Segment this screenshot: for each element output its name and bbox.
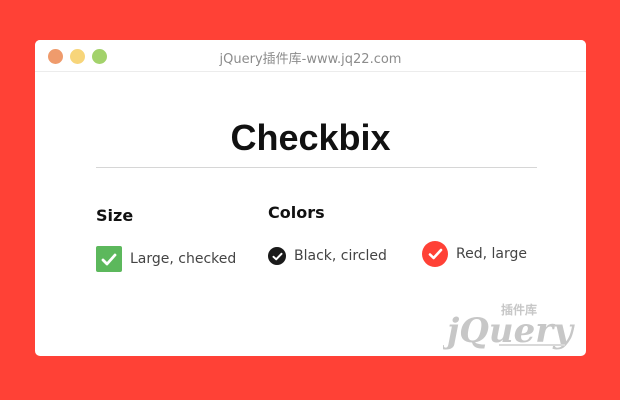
- jquery-logo-watermark: 插件库 jQuery: [443, 302, 575, 350]
- checkbox-label[interactable]: Black, circled: [294, 248, 387, 264]
- checkmark-icon: [428, 248, 442, 260]
- checkbox-label[interactable]: Large, checked: [130, 251, 236, 267]
- checkbox-circle-checked[interactable]: [422, 241, 448, 267]
- browser-window: jQuery插件库-www.jq22.com Checkbix Size Col…: [35, 40, 586, 356]
- section-heading-size: Size: [96, 206, 134, 225]
- checkmark-icon: [272, 252, 282, 260]
- checkbox-square-checked[interactable]: [96, 246, 122, 272]
- checkbox-black-circled[interactable]: Black, circled: [268, 247, 387, 265]
- checkbox-red-large[interactable]: Red, large: [422, 241, 527, 267]
- section-heading-colors: Colors: [268, 203, 325, 222]
- checkmark-icon: [101, 253, 117, 265]
- page-title: Checkbix: [230, 117, 391, 158]
- checkbox-large-checked[interactable]: Large, checked: [96, 246, 236, 272]
- checkbox-circle-checked[interactable]: [268, 247, 286, 265]
- checkbox-label[interactable]: Red, large: [456, 246, 527, 262]
- window-titlebar: jQuery插件库-www.jq22.com: [35, 40, 586, 72]
- window-title: jQuery插件库-www.jq22.com: [219, 52, 402, 67]
- title-divider: [96, 167, 537, 168]
